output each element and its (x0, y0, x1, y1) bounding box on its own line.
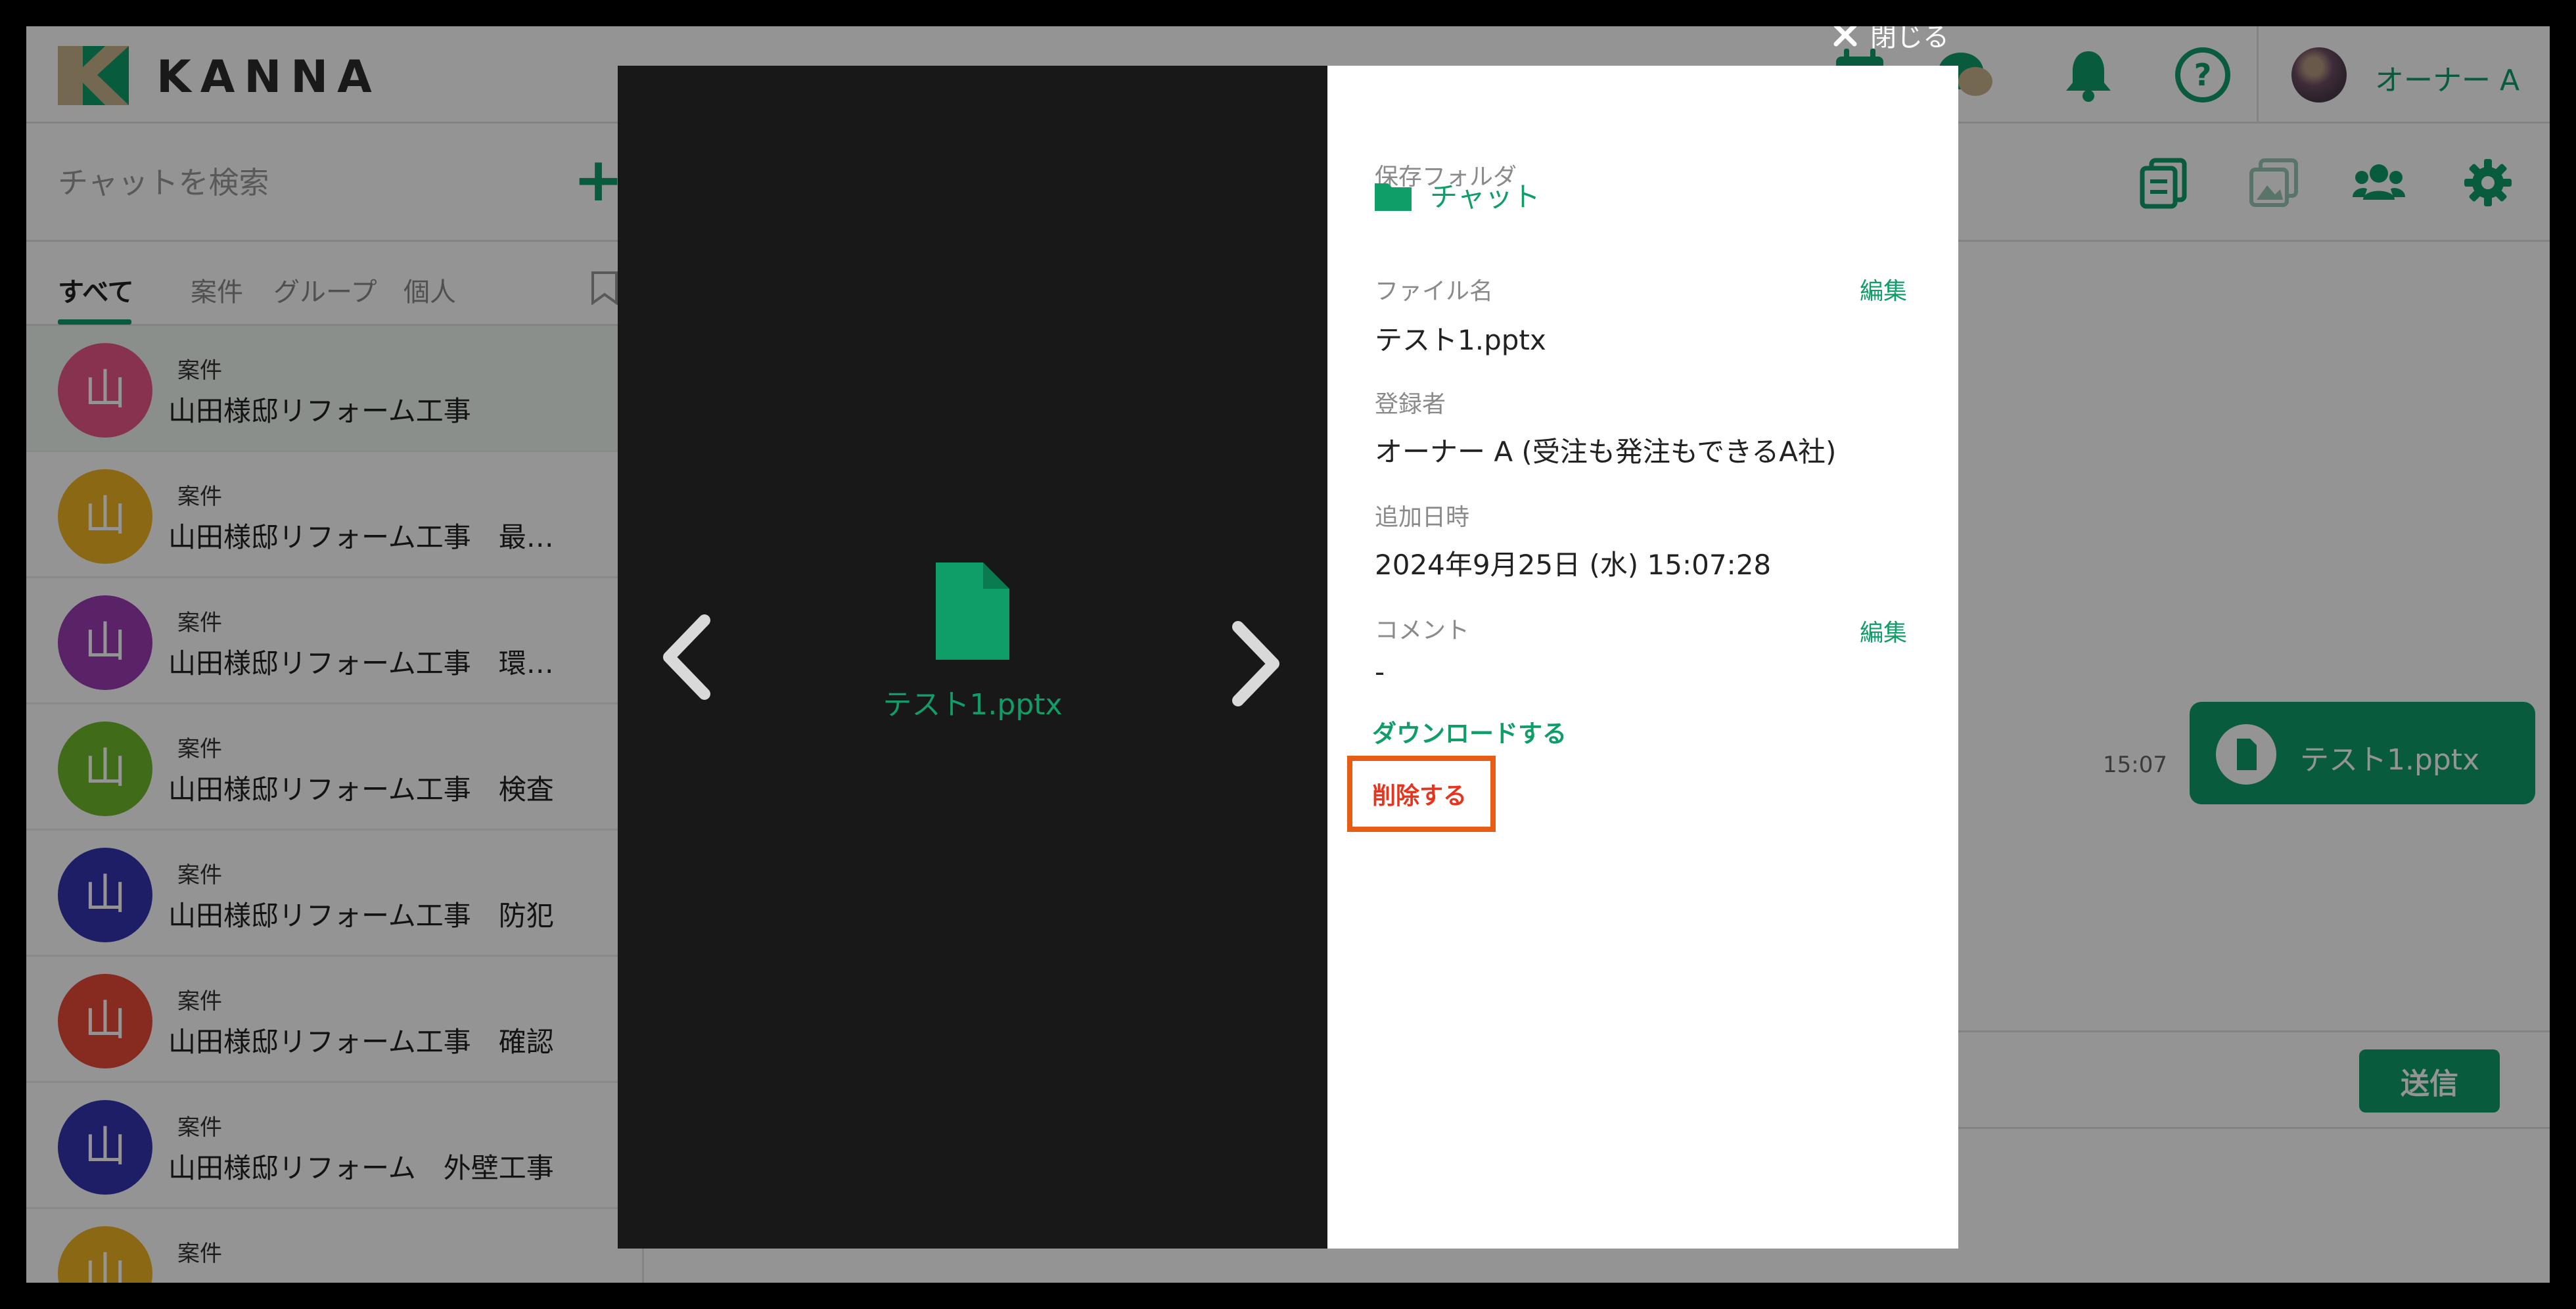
registrant-value: オーナー A (受注も発注もできるA社) (1375, 436, 1837, 468)
modal-overlay: 閉じる テスト1.pptx 保存フォルダ チャット ファイル名 編集 テスト1.… (26, 26, 2550, 1283)
filename-value: テスト1.pptx (1375, 324, 1546, 356)
comment-label: コメント (1375, 617, 1470, 644)
file-detail-pane: 保存フォルダ チャット ファイル名 編集 テスト1.pptx 登録者 オーナー … (1327, 66, 1958, 1249)
file-detail-modal: テスト1.pptx 保存フォルダ チャット ファイル名 編集 テスト1.pptx… (618, 66, 1958, 1249)
folder-icon (1375, 183, 1412, 211)
file-preview-pane: テスト1.pptx (618, 66, 1327, 1249)
document-file-icon (936, 563, 1009, 660)
comment-value: - (1375, 656, 1385, 688)
app-window: KANNA ? オーナー A + すべて 案件 グルー (26, 26, 2550, 1283)
close-icon (1833, 26, 1857, 47)
download-link[interactable]: ダウンロードする (1372, 714, 1567, 749)
delete-link[interactable]: 削除する (1347, 756, 1496, 832)
preview-file-name: テスト1.pptx (883, 688, 1063, 722)
folder-link[interactable]: チャット (1375, 175, 1540, 215)
edit-comment-link[interactable]: 編集 (1860, 614, 1907, 648)
registrant-label: 登録者 (1375, 391, 1446, 418)
edit-filename-link[interactable]: 編集 (1860, 272, 1907, 306)
added-datetime-value: 2024年9月25日 (水) 15:07:28 (1375, 549, 1772, 581)
folder-name: チャット (1430, 181, 1540, 213)
close-label: 閉じる (1870, 26, 1949, 53)
filename-label: ファイル名 (1375, 278, 1494, 305)
added-datetime-label: 追加日時 (1375, 504, 1470, 531)
close-button[interactable]: 閉じる (1832, 26, 1949, 53)
